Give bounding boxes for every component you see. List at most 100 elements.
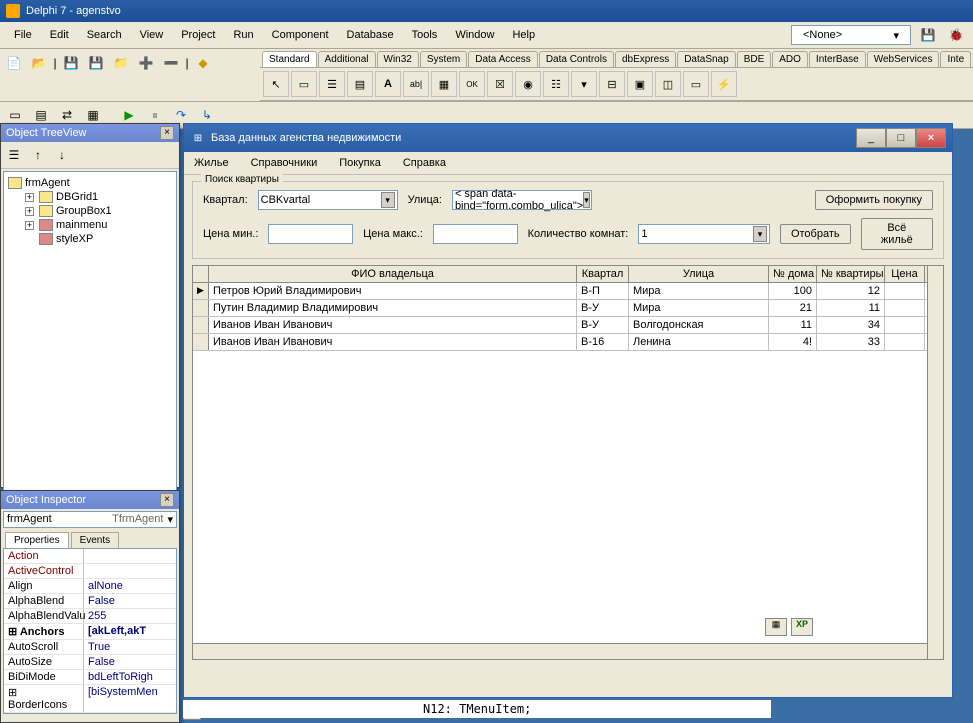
close-icon[interactable]: × (160, 126, 174, 140)
table-row[interactable]: ▶Петров Юрий ВладимировичВ-ПМира10012 (193, 283, 943, 300)
debug-desktop-icon[interactable]: 🐞 (945, 24, 967, 46)
inspector-row[interactable]: AlphaBlendFalse (4, 594, 176, 609)
buy-button[interactable]: Оформить покупку (815, 190, 933, 210)
minimize-button[interactable]: _ (856, 128, 886, 148)
tab-events[interactable]: Events (71, 532, 120, 548)
menu-search[interactable]: Search (79, 27, 130, 43)
tree-up-icon[interactable]: ↑ (27, 144, 49, 166)
nav-xp-icon[interactable]: XP (791, 618, 813, 636)
maximize-button[interactable]: □ (886, 128, 916, 148)
menu-file[interactable]: File (6, 27, 40, 43)
table-row[interactable]: Путин Владимир ВладимировичВ-УМира2111 (193, 300, 943, 317)
menu-purchase[interactable]: Покупка (335, 155, 385, 171)
tab-system[interactable]: System (420, 51, 467, 67)
combo-ulica[interactable]: < span data-bind="form.combo_ulica">▾ (452, 190, 592, 210)
table-row[interactable]: Иванов Иван ИвановичВ-УВолгодонская1134 (193, 317, 943, 334)
tab-additional[interactable]: Additional (318, 51, 376, 67)
inspector-row[interactable]: AutoScrollTrue (4, 640, 176, 655)
input-price-max[interactable] (433, 224, 518, 244)
menu-run[interactable]: Run (225, 27, 261, 43)
desktop-combo[interactable]: <None>▾ (791, 25, 911, 45)
tree-tool-icon[interactable]: ☰ (3, 144, 25, 166)
form-titlebar[interactable]: ⊞ База данных агенства недвижимости _ □ … (184, 124, 952, 152)
tab-more[interactable]: Inte (940, 51, 971, 67)
menu-component[interactable]: Component (264, 27, 337, 43)
menu-housing[interactable]: Жилье (190, 155, 233, 171)
header-street[interactable]: Улица (629, 266, 769, 282)
menu-directories[interactable]: Справочники (247, 155, 322, 171)
menu-tools[interactable]: Tools (404, 27, 446, 43)
nav-designer-icon[interactable]: ▦ (765, 618, 787, 636)
tab-interbase[interactable]: InterBase (809, 51, 866, 67)
radiogroup-icon[interactable]: ◫ (655, 71, 681, 97)
header-apartment[interactable]: № квартиры (817, 266, 885, 282)
pointer-icon[interactable]: ↖ (263, 71, 289, 97)
menu-help[interactable]: Справка (399, 155, 450, 171)
tab-webservices[interactable]: WebServices (867, 51, 940, 67)
menu-edit[interactable]: Edit (42, 27, 77, 43)
header-kvartal[interactable]: Квартал (577, 266, 629, 282)
inspector-row[interactable]: AlignalNone (4, 579, 176, 594)
select-button[interactable]: Отобрать (780, 224, 851, 244)
horizontal-scrollbar[interactable] (193, 643, 927, 659)
tree-down-icon[interactable]: ↓ (51, 144, 73, 166)
panel-icon[interactable]: ▭ (683, 71, 709, 97)
inspector-row[interactable]: ⊞ Anchors[akLeft,akT (4, 624, 176, 640)
save-icon[interactable]: 💾 (60, 52, 82, 74)
vertical-scrollbar[interactable] (927, 266, 943, 659)
tab-properties[interactable]: Properties (5, 532, 69, 548)
scrollbar-icon[interactable]: ⊟ (599, 71, 625, 97)
open-icon[interactable]: 📂 (28, 52, 50, 74)
radiobutton-icon[interactable]: ◉ (515, 71, 541, 97)
inspector-grid[interactable]: Action ActiveControl AlignalNone AlphaBl… (3, 548, 177, 714)
menu-help[interactable]: Help (504, 27, 543, 43)
expand-icon[interactable]: + (25, 221, 34, 230)
frames-icon[interactable]: ▭ (291, 71, 317, 97)
all-button[interactable]: Всё жильё (861, 218, 933, 250)
input-price-min[interactable] (268, 224, 353, 244)
header-house[interactable]: № дома (769, 266, 817, 282)
inspector-row[interactable]: ActiveControl (4, 564, 176, 579)
tab-dbexpress[interactable]: dbExpress (615, 51, 676, 67)
data-grid[interactable]: ФИО владельца Квартал Улица № дома № ква… (192, 265, 944, 660)
label-icon[interactable]: A (375, 71, 401, 97)
close-icon[interactable]: × (160, 493, 174, 507)
popupmenu-icon[interactable]: ▤ (347, 71, 373, 97)
tab-datacontrols[interactable]: Data Controls (539, 51, 614, 67)
save-all-icon[interactable]: 💾 (85, 52, 107, 74)
help-icon[interactable]: ◆ (192, 52, 214, 74)
inspector-row[interactable]: AlphaBlendValu255 (4, 609, 176, 624)
add-file-icon[interactable]: ➕ (135, 52, 157, 74)
header-fio[interactable]: ФИО владельца (209, 266, 577, 282)
listbox-icon[interactable]: ☷ (543, 71, 569, 97)
menu-view[interactable]: View (132, 27, 172, 43)
menu-database[interactable]: Database (339, 27, 402, 43)
inspector-row[interactable]: BiDiModebdLeftToRigh (4, 670, 176, 685)
tab-dataaccess[interactable]: Data Access (468, 51, 538, 67)
inspector-object-combo[interactable]: frmAgent TfrmAgent ▾ (3, 511, 177, 528)
tab-bde[interactable]: BDE (737, 51, 772, 67)
combo-rooms[interactable]: 1▾ (638, 224, 770, 244)
memo-icon[interactable]: ▦ (431, 71, 457, 97)
close-button[interactable]: × (916, 128, 946, 148)
tab-standard[interactable]: Standard (262, 51, 317, 67)
tab-datasnap[interactable]: DataSnap (677, 51, 735, 67)
tab-win32[interactable]: Win32 (377, 51, 419, 67)
save-desktop-icon[interactable]: 💾 (917, 24, 939, 46)
inspector-row[interactable]: AutoSizeFalse (4, 655, 176, 670)
expand-icon[interactable]: + (25, 207, 34, 216)
tree-body[interactable]: frmAgent +DBGrid1 +GroupBox1 +mainmenu s… (3, 171, 177, 491)
expand-icon[interactable]: + (25, 193, 34, 202)
groupbox-icon[interactable]: ▣ (627, 71, 653, 97)
header-price[interactable]: Цена (885, 266, 925, 282)
inspector-row[interactable]: ⊞ BorderIcons[biSystemMen (4, 685, 176, 713)
combo-kvartal[interactable]: CBKvartal▾ (258, 190, 398, 210)
open-project-icon[interactable]: 📁 (110, 52, 132, 74)
checkbox-icon[interactable]: ☒ (487, 71, 513, 97)
tab-ado[interactable]: ADO (772, 51, 808, 67)
menu-window[interactable]: Window (447, 27, 502, 43)
new-icon[interactable]: 📄 (3, 52, 25, 74)
inspector-row[interactable]: Action (4, 549, 176, 564)
table-row[interactable]: Иванов Иван ИвановичВ-16Ленина4!33 (193, 334, 943, 351)
combobox-icon[interactable]: ▾ (571, 71, 597, 97)
